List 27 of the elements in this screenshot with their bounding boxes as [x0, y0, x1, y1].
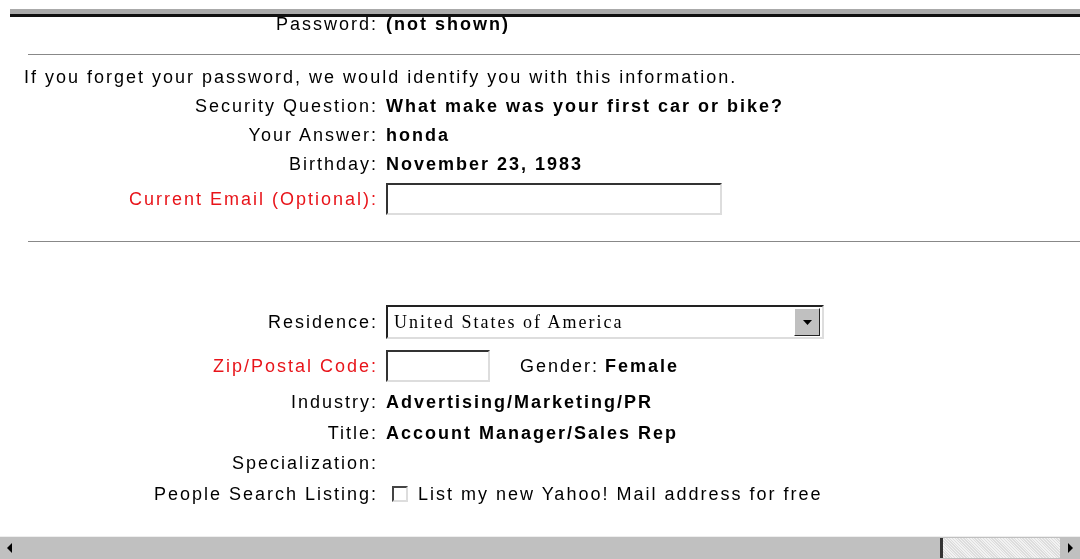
- field-label: People Search Listing:: [152, 483, 378, 504]
- field-label: Gender:: [520, 355, 600, 376]
- field-label: Birthday:: [287, 154, 378, 174]
- field-label: Residence:: [266, 312, 378, 332]
- intro-text: If you forget your password, we would identify you with this information.: [24, 67, 739, 87]
- field-value: What make was your first car or bike?: [386, 96, 785, 116]
- horizontal-scrollbar[interactable]: [0, 536, 1080, 559]
- field-label: Current Email (Optional):: [127, 189, 378, 209]
- residence-dropdown[interactable]: United States of America: [386, 305, 824, 339]
- field-value: Account Manager/Sales Rep: [386, 422, 679, 443]
- field-value: honda: [386, 125, 450, 145]
- field-label: Your Answer:: [247, 125, 378, 145]
- field-value: November 23, 1983: [386, 154, 584, 174]
- field-label: Industry:: [289, 392, 378, 412]
- field-label: Security Question:: [193, 96, 378, 116]
- field-label: Password:: [274, 14, 378, 34]
- dropdown-arrow-icon: [802, 319, 812, 325]
- field-value: (not shown): [386, 14, 510, 34]
- field-value: Advertising/Marketing/PR: [386, 392, 654, 412]
- checkbox[interactable]: [392, 485, 408, 502]
- field-value: Female: [605, 355, 680, 376]
- field-label: Zip/Postal Code:: [211, 355, 378, 376]
- field-label: Specialization:: [230, 453, 378, 473]
- input-field[interactable]: [386, 183, 722, 215]
- checkbox-label[interactable]: List my new Yahoo! Mail address for free: [418, 483, 823, 504]
- field-label: Title:: [326, 422, 378, 443]
- input-field[interactable]: [386, 349, 490, 382]
